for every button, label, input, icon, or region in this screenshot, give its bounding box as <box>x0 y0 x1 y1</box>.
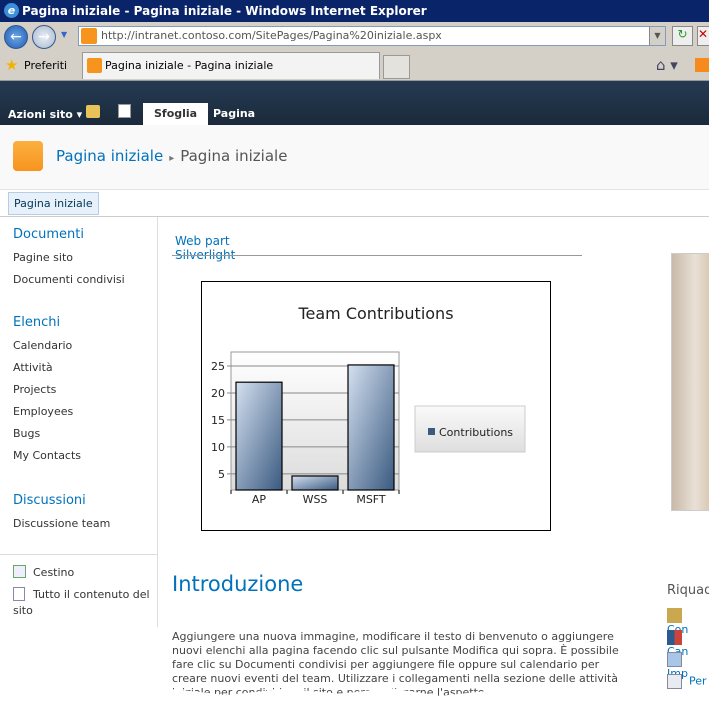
new-tab-button[interactable] <box>383 55 410 79</box>
navigate-up-icon[interactable] <box>86 105 100 118</box>
x-tick-label: WSS <box>303 493 328 506</box>
sidebar-item-discussione-team[interactable]: Discussione team <box>13 517 110 530</box>
rss-feed-icon[interactable] <box>695 58 709 72</box>
y-tick-label: 10 <box>211 441 225 454</box>
address-dropdown-icon[interactable]: ▼ <box>649 27 665 45</box>
sidebar-footer: Cestino Tutto il contenuto del sito <box>0 554 158 627</box>
site-favicon-icon <box>81 28 97 44</box>
chart-title: Team Contributions <box>297 304 453 323</box>
y-tick-label: 25 <box>211 360 225 373</box>
people-keys-icon <box>667 608 682 623</box>
favorites-star-icon[interactable]: ★ <box>5 56 18 74</box>
color-scheme-icon <box>667 630 682 645</box>
refresh-button[interactable]: ↻ <box>672 26 693 46</box>
sidebar-item-calendario[interactable]: Calendario <box>13 339 72 352</box>
legend-label: Contributions <box>439 426 513 439</box>
right-panel-heading: Riquad <box>667 583 709 598</box>
site-actions-menu[interactable]: Azioni sito ▾ <box>8 108 82 121</box>
back-button[interactable]: ← <box>4 25 28 49</box>
forward-button[interactable]: → <box>32 25 56 49</box>
site-logo-icon <box>13 141 43 171</box>
x-tick-label: MSFT <box>356 493 386 506</box>
recycle-bin-link[interactable]: Cestino <box>33 566 74 579</box>
sidebar-item-bugs[interactable]: Bugs <box>13 427 40 440</box>
breadcrumb-separator: ▸ <box>169 153 175 164</box>
ribbon: Azioni sito ▾ Sfoglia Pagina <box>0 81 709 125</box>
address-toolbar: ← → ▼ http://intranet.contoso.com/SitePa… <box>0 22 709 51</box>
tab-pagina[interactable]: Pagina <box>202 103 266 125</box>
right-link-4-label: Per <box>689 674 707 688</box>
intro-text: Aggiungere una nuova immagine, modificar… <box>172 630 619 699</box>
legend-swatch <box>428 428 435 435</box>
window-title: Pagina iniziale - Pagina iniziale - Wind… <box>22 4 427 18</box>
tab-sfoglia[interactable]: Sfoglia <box>143 103 209 125</box>
stop-button[interactable]: ✕ <box>697 26 709 46</box>
site-header: Pagina iniziale ▸ Pagina iniziale <box>0 125 709 190</box>
favorites-button[interactable]: Preferiti <box>24 59 67 72</box>
bar-ap <box>235 381 283 491</box>
title-bar: e Pagina iniziale - Pagina iniziale - Win… <box>0 0 709 22</box>
home-icon[interactable]: ⌂ ▾ <box>656 56 678 74</box>
image-icon <box>667 652 682 667</box>
x-tick-label: AP <box>252 493 267 506</box>
sidebar-item-my-contacts[interactable]: My Contacts <box>13 449 81 462</box>
y-tick-label: 15 <box>211 414 225 427</box>
sidebar-item-projects[interactable]: Projects <box>13 383 56 396</box>
top-navigation: Pagina iniziale <box>0 190 709 217</box>
add-page-icon <box>667 674 682 689</box>
right-link-1[interactable]: Con <box>667 608 709 636</box>
tab-favicon-icon <box>87 58 102 73</box>
sidebar-item-documenti-condivisi[interactable]: Documenti condivisi <box>13 273 125 286</box>
webpart-divider <box>172 255 582 256</box>
intro-heading: Introduzione <box>172 572 304 596</box>
topnav-item-home[interactable]: Pagina iniziale <box>8 192 99 215</box>
webpart-title[interactable]: Web part Silverlight <box>175 234 235 262</box>
sidebar-item-attivita[interactable]: Attività <box>13 361 53 374</box>
browser-tab[interactable]: Pagina iniziale - Pagina iniziale <box>82 52 380 79</box>
history-dropdown-icon[interactable]: ▼ <box>61 30 67 39</box>
sidebar-item-pagine-sito[interactable]: Pagine sito <box>13 251 73 264</box>
bar-msft <box>347 364 395 491</box>
ie-logo-icon: e <box>4 3 19 18</box>
chart-svg: Team Contributions 5 10 15 20 25 AP WSS MSFT Cont… <box>211 304 526 506</box>
bar-wss <box>291 475 339 491</box>
favorites-bar: ★ Preferiti Pagina iniziale - Pagina ini… <box>0 51 709 81</box>
all-content-link[interactable]: Tutto il contenuto del sito <box>13 587 153 619</box>
breadcrumb-site[interactable]: Pagina iniziale <box>56 147 163 165</box>
breadcrumb-page: Pagina iniziale <box>180 147 288 165</box>
sidebar-heading-elenchi[interactable]: Elenchi <box>13 315 60 330</box>
right-link-4[interactable]: Per <box>667 674 707 690</box>
silverlight-chart: Team Contributions 5 10 15 20 25 AP WSS MSFT Cont… <box>201 281 551 531</box>
sidebar-item-employees[interactable]: Employees <box>13 405 73 418</box>
recycle-bin-icon <box>13 565 26 578</box>
quick-launch: Documenti Pagine sito Documenti condivis… <box>0 217 158 627</box>
edit-page-icon[interactable] <box>118 104 131 118</box>
address-input[interactable]: http://intranet.contoso.com/SitePages/Pa… <box>78 26 666 46</box>
right-link-2[interactable]: Can <box>667 630 709 658</box>
tab-title: Pagina iniziale - Pagina iniziale <box>105 59 274 72</box>
sidebar-heading-documenti[interactable]: Documenti <box>13 227 84 242</box>
y-tick-label: 20 <box>211 387 225 400</box>
welcome-photo <box>671 253 709 511</box>
sidebar-heading-discussioni[interactable]: Discussioni <box>13 493 86 508</box>
breadcrumb: Pagina iniziale ▸ Pagina iniziale <box>56 147 287 165</box>
url-text: http://intranet.contoso.com/SitePages/Pa… <box>101 29 442 42</box>
y-tick-label: 5 <box>218 468 225 481</box>
right-link-3[interactable]: Imp <box>667 652 709 680</box>
